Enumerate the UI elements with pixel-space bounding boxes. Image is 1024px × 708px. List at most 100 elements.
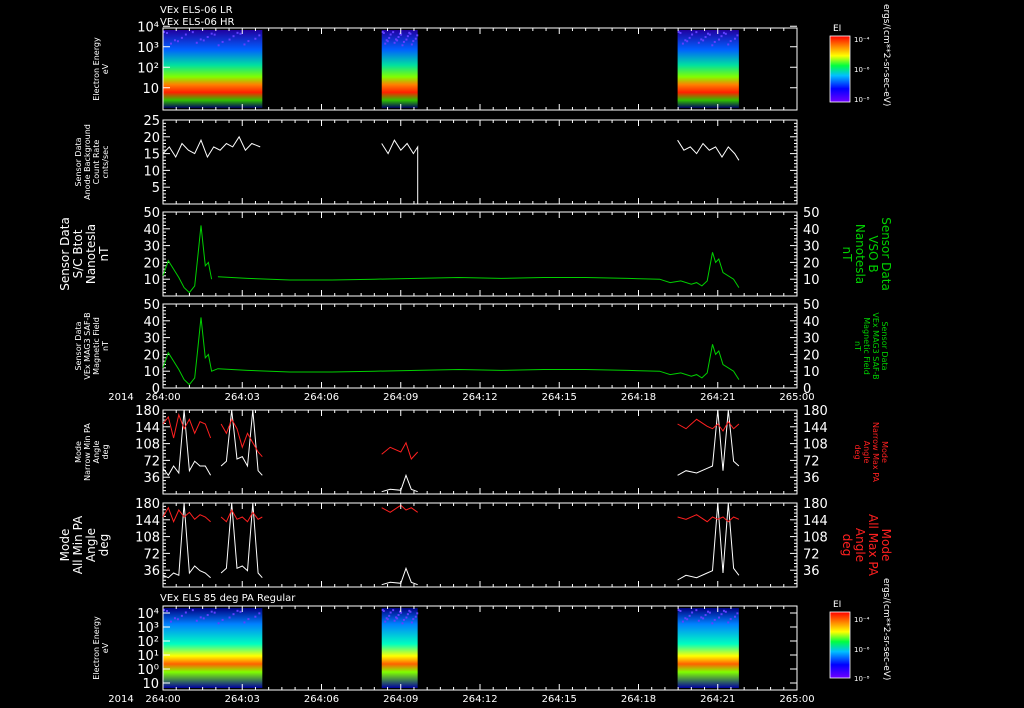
spectrogram-noise [386,618,389,621]
spectrogram-noise [733,615,736,618]
y-tick-label-right: 30 [803,332,820,347]
spectrogram-noise [416,34,419,37]
spectrogram-noise [402,618,405,621]
y-tick-label-right: 50 [803,206,820,221]
spectrogram-noise [729,618,732,621]
spectrogram-noise [254,615,257,618]
x-tick-label: 264:06 [304,392,339,403]
right-axis-label: Nanotesla [853,224,867,284]
y-tick-label: 10 [143,164,160,179]
y-tick-label: 10 [142,82,159,97]
panel-spectrogram_lower: 1010⁰10¹10²10³10⁴ Electron Energy eV 264:00… [92,605,815,705]
spectrogram-noise [677,31,680,33]
spectrogram-noise [686,40,689,43]
y-tick-label: 15 [143,148,160,163]
colorbar-upper: EI 10⁻⁴ 10⁻⁶ 10⁻⁸ ergs/(cm**2-sr-sec-eV) [829,4,891,106]
spectrogram-noise [191,31,194,34]
y-tick-label: 180 [135,497,160,512]
spectrogram-noise [414,37,417,40]
colorbar-lower-tick-1: 10⁻⁶ [854,646,870,654]
spectrogram-noise [412,618,415,621]
spectrogram-noise [397,614,400,617]
spectrogram-noise [688,614,691,617]
y-tick-label: 50 [143,206,160,221]
y-axis-label: Mode [74,441,83,463]
spectrogram-noise [195,41,198,44]
spectrogram-noise [405,616,408,619]
spectrogram-noise [239,32,242,35]
spectrogram-noise [384,42,387,45]
spectrogram-noise [180,614,183,617]
spectrogram-noise [389,611,392,614]
spectrogram-noise [414,615,417,618]
series-line-min [381,473,418,493]
y-tick-label-right: 144 [803,421,828,436]
y-axis-label: eV [101,63,110,74]
spectrogram-noise [677,609,680,611]
spectrogram-noise [176,40,179,43]
spectrogram-noise [405,38,408,41]
x-tick-label: 264:12 [462,694,497,705]
spectrogram-noise [708,33,711,36]
lower-spectrogram-title: VEx ELS 85 deg PA Regular [160,593,296,604]
y-tick-label: 10 [143,273,160,288]
spectrogram-noise [733,37,736,40]
spectrogram-noise [169,42,172,45]
spectrogram-noise [722,31,725,34]
panel-frame [162,119,798,205]
x-tick-label: 264:00 [145,392,180,403]
plot-canvas: VEx ELS-06 LR VEx ELS-06 HR VEx ELS 85 d… [58,4,893,705]
x-tick-label: 264:09 [383,392,418,403]
series-line-max [381,504,418,513]
right-axis-label: VEx MAG3 SAF-B [871,312,880,379]
spectrogram-noise [720,35,723,38]
y-tick-label-right: 40 [803,315,820,330]
spectrogram-noise [713,618,716,621]
spectrogram-noise [410,621,413,624]
series-line-min [677,409,740,476]
series-line-data [217,252,740,288]
colorbar-upper-tick-1: 10⁻⁶ [854,66,870,74]
right-axis-label: Magnetic Field [862,317,871,375]
spectrogram-noise [697,41,700,44]
spectrogram-noise [243,621,246,624]
panel-all_pa: 36 3672 72108 108144 144180 180Mode All Min PA… [58,497,893,588]
y-axis-label: Electron Energy [92,37,101,101]
series-line-data [162,317,740,386]
right-axis-label: Angle [862,441,871,464]
spectrogram-noise [206,36,209,39]
y-tick-label-right: 50 [803,298,820,313]
spectrogram-noise [695,31,698,34]
series-line-min [220,409,263,476]
spectrogram-noise [195,619,198,622]
y-tick-label: 72 [143,454,160,469]
spectrogram-noise [392,31,395,34]
colorbar-lower-unit: ergs/(cm**2-sr-sec-eV) [881,578,891,680]
spectrogram-noise [173,39,176,42]
spectrogram-noise [382,31,385,34]
spectrogram-noise [184,611,187,614]
spectrogram-noise [232,613,235,616]
colorbar-lower-tick-0: 10⁻⁴ [854,616,870,624]
x-tick-label: 264:00 [145,694,180,705]
spectrogram-noise [724,32,727,35]
spectrogram-noise [702,617,705,620]
spectrogram-noise [401,622,404,625]
spectrogram-noise [236,609,239,612]
spectrogram-noise [410,43,413,46]
spectrogram-noise [199,616,202,619]
y-tick-label-right: 72 [803,547,820,562]
spectrogram-noise [406,35,409,38]
y-axis-label: All Min PA [71,515,85,574]
spectrogram-noise [217,622,220,625]
y-tick-label-right: 108 [803,531,828,546]
spectrogram-noise [165,31,168,34]
spectrogram-noise [681,620,684,623]
y-tick-label-right: 10 [803,365,820,380]
x-tick-label: 264:09 [383,694,418,705]
spectrogram-noise [700,38,703,41]
x-year-label: 2014 [108,694,133,705]
spectrogram-noise [727,621,730,624]
spectrogram-noise [228,38,231,41]
spectrogram-noise [416,612,419,615]
